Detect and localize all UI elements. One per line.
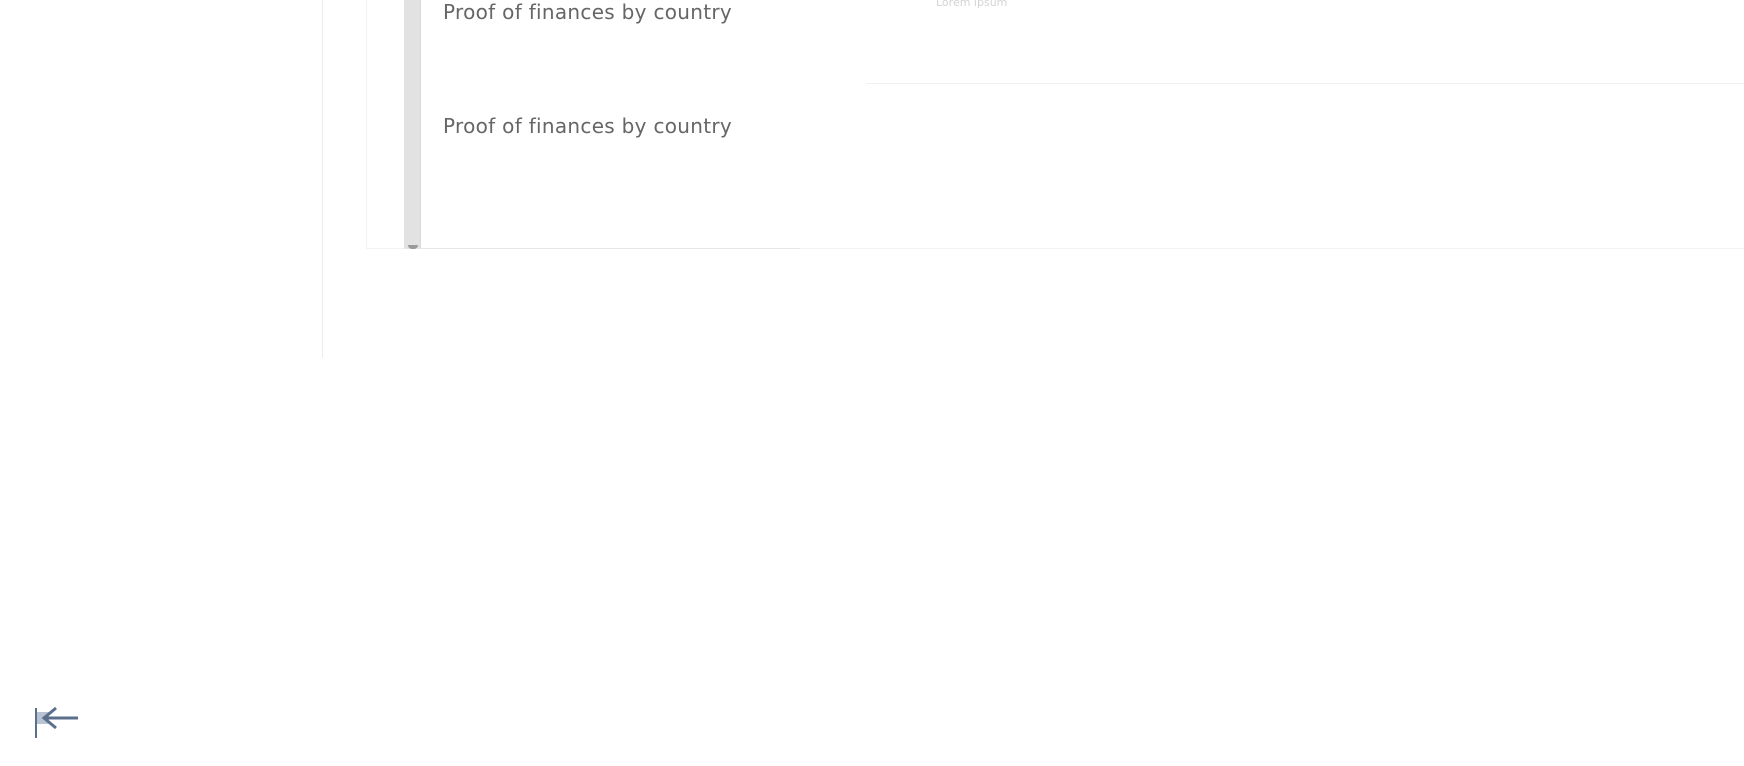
list-item[interactable]: Proof of finances by country [443, 114, 732, 138]
faded-caption: Lorem ipsum [936, 0, 1008, 9]
dropdown-list: Proof of finances by country Proof of fi… [404, 0, 800, 249]
collapse-sidebar-button[interactable] [34, 700, 82, 740]
page: Lorem ipsum Proof of finances by country… [0, 0, 1744, 766]
sidebar [0, 0, 323, 358]
list-item[interactable]: Proof of finances by country [443, 0, 732, 24]
scrollbar-thumb[interactable] [408, 245, 418, 249]
collapse-left-arrow-icon [35, 706, 78, 738]
row-divider [866, 83, 1744, 84]
list-scrollbar[interactable] [404, 0, 421, 249]
